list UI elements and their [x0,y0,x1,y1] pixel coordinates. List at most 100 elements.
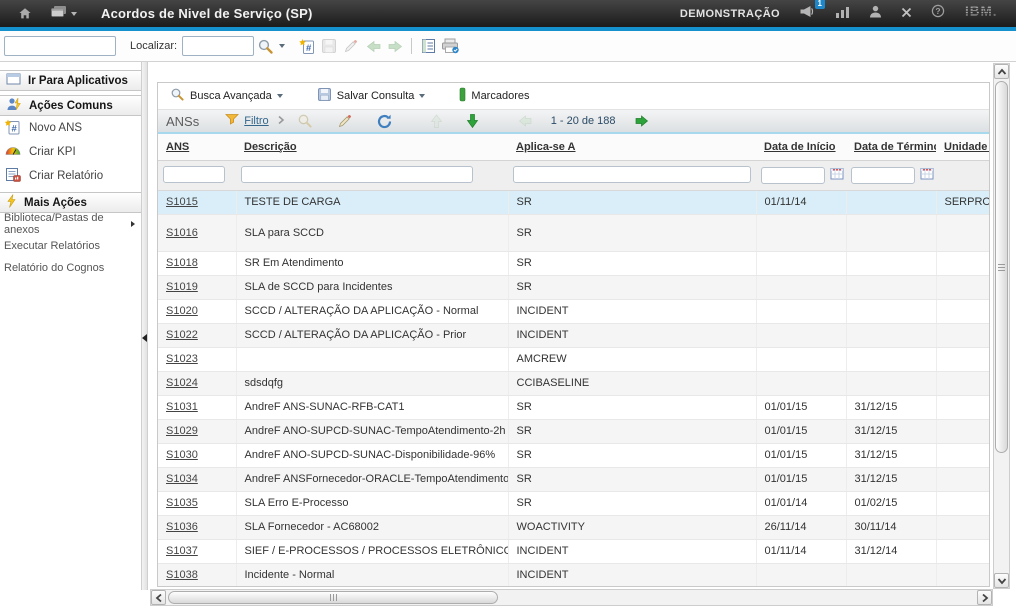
sidebar-item-criar-relatorio[interactable]: Criar Relatório [0,164,141,188]
horizontal-scroll-thumb[interactable] [168,591,498,604]
sidebar-item-relatorio-cognos[interactable]: Relatório do Cognos [0,257,141,279]
announcements-button[interactable]: 1 [799,5,816,23]
clear-changes-button[interactable] [340,35,362,57]
search-options-caret[interactable] [276,35,288,57]
home-icon[interactable] [18,7,32,20]
scroll-down-button[interactable] [994,573,1009,588]
new-record-button[interactable]: # [296,35,318,57]
scroll-left-button[interactable] [151,590,166,605]
advanced-search-button[interactable]: Busca Avançada [170,87,283,105]
table-row[interactable]: S1037SIEF / E-PROCESSOS / PROCESSOS ELET… [158,539,989,563]
download-rows-icon[interactable] [463,111,483,131]
table-row[interactable]: S1018SR Em AtendimentoSR [158,251,989,275]
localizar-input[interactable] [182,36,254,56]
reports-button[interactable] [417,35,439,57]
collapse-rows-icon[interactable] [427,111,447,131]
sidebar-item-novo-ans[interactable]: # Novo ANS [0,116,141,140]
sidebar-item-biblioteca-pastas-anexos[interactable]: Biblioteca/Pastas de anexos [0,213,141,235]
vertical-scroll-thumb[interactable] [995,81,1008,453]
save-button[interactable] [318,35,340,57]
vertical-scrollbar[interactable] [993,63,1010,589]
column-header-descricao[interactable]: Descrição [236,134,508,160]
edit-table-icon[interactable] [335,111,355,131]
ans-link[interactable]: S1024 [166,377,198,389]
column-header-aplica-se-a[interactable]: Aplica-se A [508,134,756,160]
table-row[interactable]: S1029AndreF ANO-SUPCD-SUNAC-TempoAtendim… [158,419,989,443]
ans-link[interactable]: S1018 [166,257,198,269]
sidebar-section-more-actions[interactable]: Mais Ações [0,192,141,213]
print-button[interactable] [439,35,461,57]
table-row[interactable]: S1019SLA de SCCD para IncidentesSR [158,275,989,299]
filter-input-ans[interactable] [163,166,225,183]
sidebar-section-common-actions[interactable]: Ações Comuns [0,95,141,116]
next-page-button[interactable] [632,111,652,131]
table-row[interactable]: S1034AndreF ANSFornecedor-ORACLE-TempoAt… [158,467,989,491]
reports-chart-icon[interactable] [835,5,850,23]
cell-termino: 31/12/15 [846,443,936,467]
table-row[interactable]: S1031AndreF ANS-SUNAC-RFB-CAT1SR01/01/15… [158,395,989,419]
table-row[interactable]: S1023AMCREW [158,347,989,371]
ans-link[interactable]: S1035 [166,497,198,509]
ans-link[interactable]: S1031 [166,401,198,413]
column-header-unidade[interactable]: Unidade Ges [936,134,989,160]
ans-link[interactable]: S1037 [166,545,198,557]
sidebar-item-criar-kpi[interactable]: Criar KPI [0,140,141,164]
filter-funnel-icon[interactable] [225,112,239,130]
ans-link[interactable]: S1015 [166,196,198,208]
table-search-icon[interactable] [295,111,315,131]
table-row[interactable]: S1038Incidente - NormalINCIDENT [158,563,989,587]
screens-menu-button[interactable] [50,5,77,23]
sidebar-item-go-to-applications[interactable]: Ir Para Aplicativos [0,70,141,91]
sidebar-splitter[interactable] [141,62,148,590]
previous-record-button[interactable] [362,35,384,57]
table-row[interactable]: S1024sdsdqfgCCIBASELINE [158,371,989,395]
column-header-data-inicio[interactable]: Data de Início [756,134,846,160]
bookmarks-button[interactable]: Marcadores [459,87,529,105]
help-icon[interactable]: ? [931,4,945,23]
table-row[interactable]: S1015TESTE DE CARGASR01/11/14SERPRO [158,190,989,214]
collapse-sidebar-icon[interactable] [142,334,147,342]
table-row[interactable]: S1036SLA Fornecedor - AC68002WOACTIVITY2… [158,515,989,539]
table-row[interactable]: S1020SCCD / ALTERAÇÃO DA APLICAÇÃO - Nor… [158,299,989,323]
table-row[interactable]: S1022SCCD / ALTERAÇÃO DA APLICAÇÃO - Pri… [158,323,989,347]
column-header-data-termino[interactable]: Data de Término [846,134,936,160]
caret-down-icon[interactable] [277,94,283,98]
horizontal-scrollbar[interactable] [150,589,993,606]
calendar-icon[interactable] [830,166,844,185]
refresh-icon[interactable] [375,111,395,131]
filter-input-aplica-se-a[interactable] [513,166,751,183]
ans-link[interactable]: S1023 [166,353,198,365]
table-row[interactable]: S1016SLA para SCCDSR [158,214,989,251]
ans-link[interactable]: S1022 [166,329,198,341]
user-profile-icon[interactable] [869,5,882,23]
ans-link[interactable]: S1038 [166,569,198,581]
column-header-ans[interactable]: ANS [158,134,236,160]
next-record-button[interactable] [384,35,406,57]
ans-link[interactable]: S1030 [166,449,198,461]
table-row[interactable]: S1030AndreF ANO-SUPCD-SUNAC-Disponibilid… [158,443,989,467]
ans-link[interactable]: S1029 [166,425,198,437]
ans-link[interactable]: S1020 [166,305,198,317]
quick-insert-combobox[interactable] [4,36,116,56]
save-query-button[interactable]: Salvar Consulta [317,87,426,105]
sidebar-item-executar-relatorios[interactable]: Executar Relatórios [0,235,141,257]
caret-down-icon[interactable] [419,94,425,98]
scroll-right-button[interactable] [977,590,992,605]
close-icon[interactable] [901,5,912,23]
cell-termino: 01/02/15 [846,491,936,515]
table-row[interactable]: S1035SLA Erro E-ProcessoSR01/01/1401/02/… [158,491,989,515]
ans-link[interactable]: S1036 [166,521,198,533]
previous-page-button[interactable] [515,111,535,131]
filter-input-data-termino[interactable] [851,167,915,184]
filter-toggle-link[interactable]: Filtro [244,115,268,127]
scroll-up-button[interactable] [994,64,1009,79]
filter-input-data-inicio[interactable] [761,167,825,184]
filter-input-descricao[interactable] [241,166,473,183]
cell-ans: S1022 [158,323,236,347]
calendar-icon[interactable] [920,166,934,185]
cell-unidade [936,299,989,323]
ans-link[interactable]: S1034 [166,473,198,485]
ans-link[interactable]: S1016 [166,227,198,239]
search-icon[interactable] [254,35,276,57]
ans-link[interactable]: S1019 [166,281,198,293]
